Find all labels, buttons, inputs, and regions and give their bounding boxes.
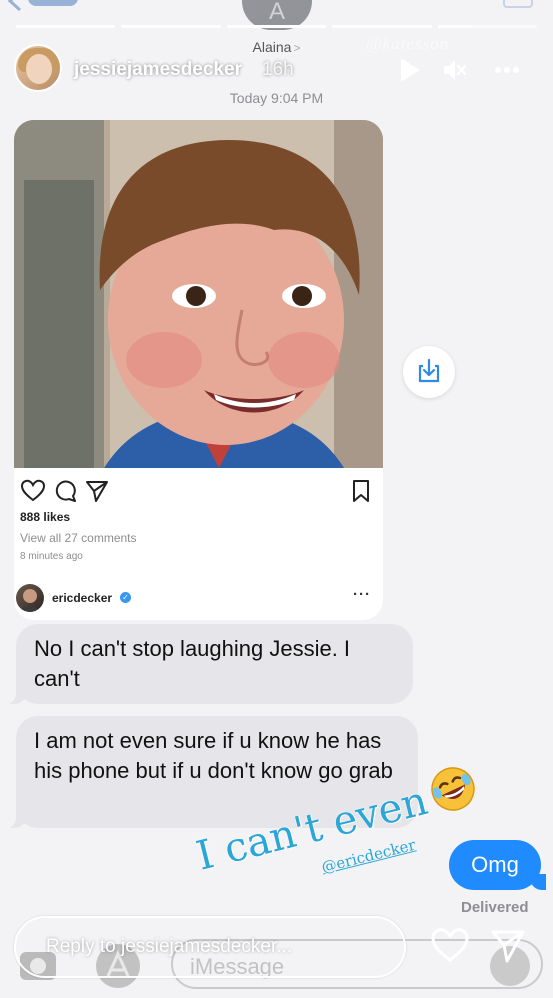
comment-icon[interactable] xyxy=(52,478,78,504)
save-to-device-icon[interactable] xyxy=(403,346,455,398)
watermark: @katesson xyxy=(366,34,450,53)
imessage-header: A Alaina > Today 9:04 PM xyxy=(0,0,553,110)
story-avatar[interactable] xyxy=(14,44,62,92)
story-progress xyxy=(16,25,538,28)
story-viewer: A Alaina > Today 9:04 PM jessiejamesdecke… xyxy=(0,0,553,998)
mute-icon[interactable] xyxy=(442,57,468,83)
heart-icon[interactable] xyxy=(430,926,470,966)
author-name[interactable]: ericdecker xyxy=(52,591,112,605)
progress-segment xyxy=(16,25,116,28)
post-time: 8 minutes ago xyxy=(20,551,83,562)
progress-segment xyxy=(332,25,432,28)
play-icon[interactable] xyxy=(396,57,422,83)
contact-name[interactable]: Alaina > xyxy=(0,39,553,55)
send-icon[interactable] xyxy=(490,928,526,964)
message-text: Omg xyxy=(471,852,519,877)
more-icon[interactable] xyxy=(494,57,520,83)
message-timestamp: Today 9:04 PM xyxy=(229,90,324,106)
post-photo[interactable] xyxy=(14,120,383,468)
author-avatar[interactable] xyxy=(16,584,44,612)
contact-initial: A xyxy=(268,0,285,25)
delivery-status: Delivered xyxy=(461,899,529,916)
chevron-right-icon: > xyxy=(293,41,301,55)
bookmark-icon[interactable] xyxy=(348,478,374,504)
back-chevron-icon[interactable] xyxy=(7,0,88,12)
progress-segment xyxy=(121,25,221,28)
like-icon[interactable] xyxy=(20,478,46,504)
share-direct-icon[interactable] xyxy=(84,478,110,504)
view-comments-link[interactable]: View all 27 comments xyxy=(20,531,137,545)
shared-post[interactable]: 888 likes View all 27 comments 8 minutes… xyxy=(14,120,383,620)
story-age: 16h xyxy=(262,59,294,80)
verified-badge-icon: ✓ xyxy=(120,592,131,603)
rofl-emoji xyxy=(428,764,478,814)
post-more-icon[interactable]: ··· xyxy=(353,586,371,603)
sent-message[interactable]: Omg xyxy=(449,840,546,890)
message-text: No I can't stop laughing Jessie. I can't xyxy=(34,636,351,691)
progress-segment xyxy=(437,25,538,28)
story-username[interactable]: jessiejamesdecker xyxy=(74,59,242,81)
reply-placeholder: Reply to jessiejamesdecker... xyxy=(46,936,293,957)
progress-segment xyxy=(226,25,327,28)
contact-name-label: Alaina xyxy=(252,39,292,55)
received-message[interactable]: No I can't stop laughing Jessie. I can't xyxy=(6,624,413,704)
likes-count[interactable]: 888 likes xyxy=(20,510,70,524)
facetime-video-icon[interactable] xyxy=(503,0,533,8)
post-author[interactable]: ericdecker ✓ ··· xyxy=(14,580,383,620)
post-actions xyxy=(20,478,380,504)
